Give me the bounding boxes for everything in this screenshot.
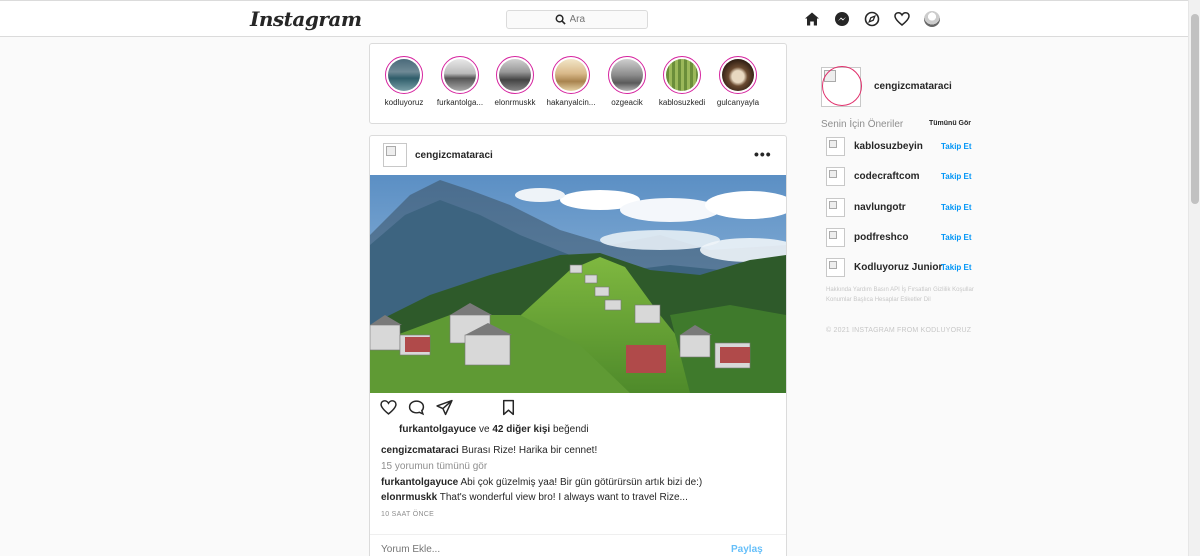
comment-text: That's wonderful view bro! I always want… <box>437 492 688 503</box>
follow-button[interactable]: Takip Et <box>941 263 972 272</box>
liked-by-user[interactable]: furkantolgayuce <box>399 424 476 435</box>
story-ring <box>385 56 423 94</box>
suggestion-avatar[interactable] <box>826 167 845 186</box>
sidebar-username[interactable]: cengizcmataraci <box>874 81 952 92</box>
story-username: furkantolga... <box>436 98 484 107</box>
comment-username[interactable]: furkantolgayuce <box>381 477 458 488</box>
suggestions-title: Senin İçin Öneriler <box>821 119 904 130</box>
story-username: hakanyalcin... <box>546 98 596 107</box>
feed-post: cengizcmataraci ••• furkantolgayuce ve 4… <box>369 135 787 556</box>
story-avatar <box>611 59 643 91</box>
suggestion-avatar[interactable] <box>826 198 845 217</box>
likes-count[interactable]: 42 diğer kişi <box>492 424 550 435</box>
story-item[interactable]: gulcanyayla <box>710 56 766 107</box>
messenger-icon[interactable] <box>834 11 850 27</box>
stories-bar: kodluyoruz furkantolga... elonrmuskk hak… <box>369 43 787 124</box>
caption-text: Burası Rize! Harika bir cennet! <box>458 445 598 456</box>
suggestion-username[interactable]: codecraftcom <box>854 171 920 182</box>
story-item[interactable]: elonrmuskk <box>487 56 543 107</box>
more-options-icon[interactable]: ••• <box>754 146 772 162</box>
comment-icon[interactable] <box>408 399 425 416</box>
story-username: kodluyoruz <box>384 98 424 107</box>
story-ring <box>608 56 646 94</box>
landscape-photo <box>370 175 786 393</box>
explore-icon[interactable] <box>864 11 880 27</box>
suggestion-row: codecraftcom Takip Et <box>826 167 976 187</box>
page-scrollbar[interactable] <box>1188 0 1200 556</box>
story-avatar <box>555 59 587 91</box>
suggestion-username[interactable]: kablosuzbeyin <box>854 141 923 152</box>
story-avatar <box>388 59 420 91</box>
suggestion-row: podfreshco Takip Et <box>826 228 976 248</box>
see-all-link[interactable]: Tümünü Gör <box>929 120 971 127</box>
follow-button[interactable]: Takip Et <box>941 233 972 242</box>
story-ring <box>663 56 701 94</box>
caption-username[interactable]: cengizcmataraci <box>381 445 459 456</box>
home-icon[interactable] <box>804 11 820 27</box>
story-avatar <box>499 59 531 91</box>
story-ring <box>552 56 590 94</box>
likes-suffix: beğendi <box>550 424 589 435</box>
footer-links[interactable]: Hakkında Yardım Basın API İş Fırsatları … <box>826 285 976 305</box>
story-item[interactable]: ozgeacik <box>599 56 655 107</box>
search-input[interactable] <box>569 14 600 25</box>
suggestion-avatar[interactable] <box>826 137 845 156</box>
top-navbar: Instagram <box>0 0 1188 37</box>
story-item[interactable]: kablosuzkedi <box>654 56 710 107</box>
post-username[interactable]: cengizcmataraci <box>415 150 493 161</box>
post-comment-button[interactable]: Paylaş <box>731 544 763 555</box>
bookmark-icon[interactable] <box>500 399 517 416</box>
post-timestamp: 10 SAAT ÖNCE <box>381 511 435 518</box>
suggestion-row: Kodluyoruz Junior Takip Et <box>826 258 976 278</box>
suggestion-username[interactable]: Kodluyoruz Junior <box>854 262 942 273</box>
post-image[interactable] <box>370 175 786 393</box>
suggestion-row: navlungotr Takip Et <box>826 198 976 218</box>
sidebar-avatar-ring <box>822 66 862 106</box>
story-ring <box>719 56 757 94</box>
suggestion-avatar[interactable] <box>826 258 845 277</box>
follow-button[interactable]: Takip Et <box>941 203 972 212</box>
post-caption: cengizcmataraci Burası Rize! Harika bir … <box>381 445 597 456</box>
view-all-comments-link[interactable]: 15 yorumun tümünü gör <box>381 461 487 472</box>
story-username: kablosuzkedi <box>658 98 706 107</box>
post-actions <box>380 399 780 417</box>
suggestion-username[interactable]: navlungotr <box>854 202 906 213</box>
suggestion-username[interactable]: podfreshco <box>854 232 908 243</box>
like-heart-icon[interactable] <box>380 399 397 416</box>
comment-username[interactable]: elonrmuskk <box>381 492 437 503</box>
likes-connector: ve <box>476 424 493 435</box>
scrollbar-thumb[interactable] <box>1191 14 1199 204</box>
search-box[interactable] <box>506 10 648 29</box>
story-avatar <box>666 59 698 91</box>
comment-item: elonrmuskk That's wonderful view bro! I … <box>381 492 688 503</box>
instagram-logo[interactable]: Instagram <box>250 7 362 31</box>
comment-input[interactable] <box>381 544 681 555</box>
story-username: gulcanyayla <box>716 98 760 107</box>
comment-text: Abi çok güzelmiş yaa! Bir gün götürürsün… <box>458 477 703 488</box>
story-item[interactable]: kodluyoruz <box>376 56 432 107</box>
post-avatar[interactable] <box>383 143 407 167</box>
story-avatar <box>722 59 754 91</box>
suggestion-avatar[interactable] <box>826 228 845 247</box>
story-item[interactable]: furkantolga... <box>432 56 488 107</box>
heart-icon[interactable] <box>894 11 910 27</box>
follow-button[interactable]: Takip Et <box>941 172 972 181</box>
likes-summary: furkantolgayuce ve 42 diğer kişi beğendi <box>399 424 589 435</box>
nav-icons <box>804 11 940 27</box>
search-icon <box>555 14 566 25</box>
story-ring <box>496 56 534 94</box>
story-avatar <box>444 59 476 91</box>
story-username: ozgeacik <box>611 98 643 107</box>
copyright-text: © 2021 INSTAGRAM FROM KODLUYORUZ <box>826 327 972 334</box>
suggestion-row: kablosuzbeyin Takip Et <box>826 137 976 157</box>
share-icon[interactable] <box>436 399 453 416</box>
comment-item: furkantolgayuce Abi çok güzelmiş yaa! Bi… <box>381 477 702 488</box>
add-comment-bar: Paylaş <box>370 534 786 556</box>
story-ring <box>441 56 479 94</box>
profile-avatar[interactable] <box>924 11 940 27</box>
follow-button[interactable]: Takip Et <box>941 142 972 151</box>
story-item[interactable]: hakanyalcin... <box>543 56 599 107</box>
story-username: elonrmuskk <box>494 98 536 107</box>
